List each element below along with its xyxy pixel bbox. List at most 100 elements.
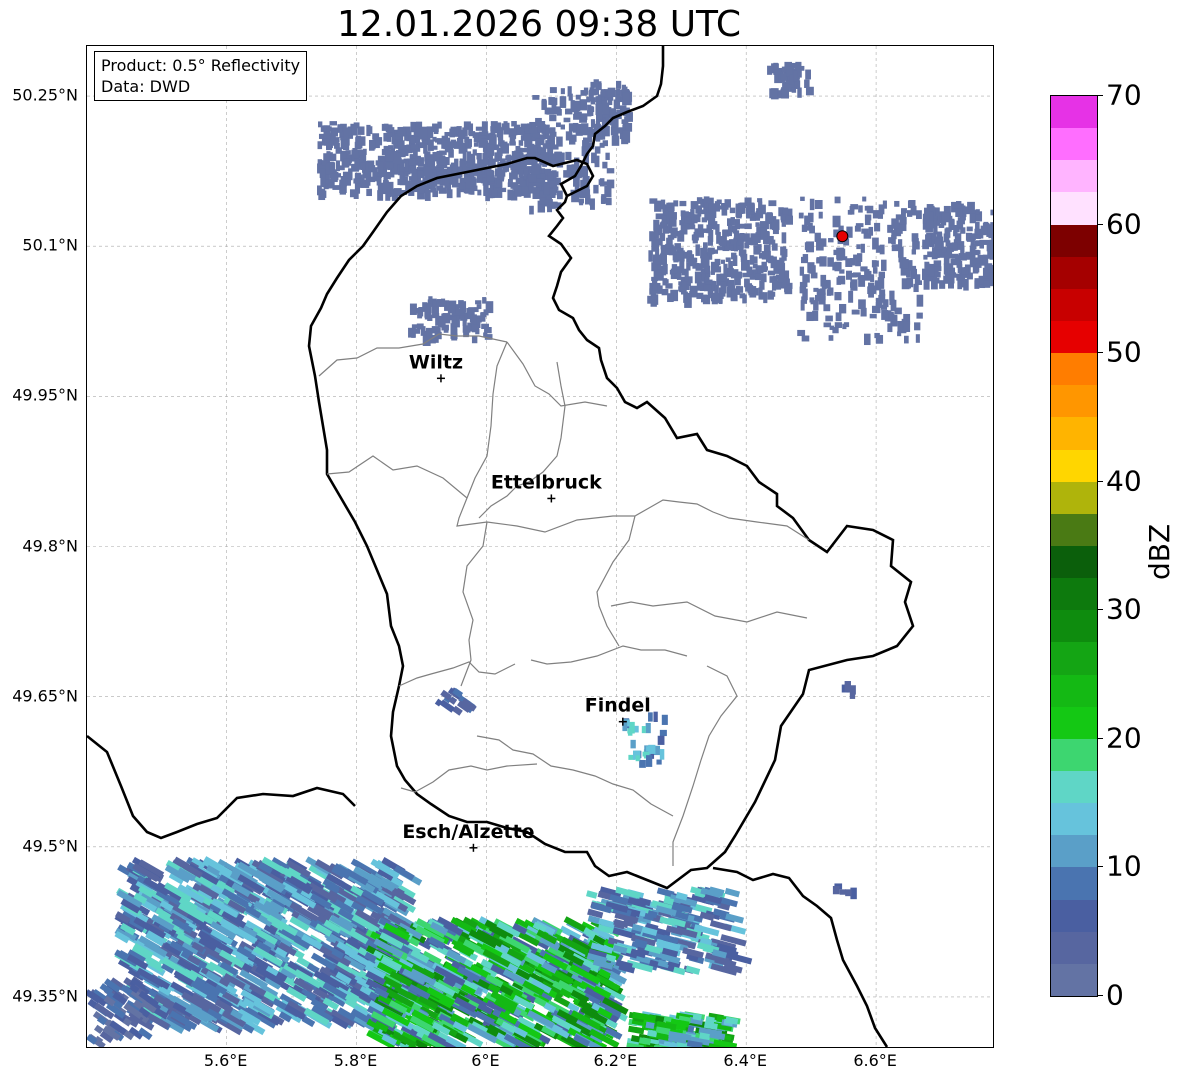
radar-map[interactable]: Wiltz Ettelbruck Findel Esch/Alzette [86,45,994,1048]
radar-cell [828,238,834,243]
radar-cell [731,289,737,300]
radar-cell [980,225,988,236]
radar-cell [850,258,856,266]
lat-tick-label: 49.5°N [22,836,78,856]
radar-site [836,230,849,243]
radar-cell [661,215,667,227]
radar-cell [869,313,877,319]
radar-cell [945,240,951,247]
radar-cell [934,238,942,248]
radar-cell [872,267,878,274]
radar-cell [731,252,737,260]
radar-cell [881,310,889,320]
radar-cell [549,114,557,122]
radar-cell [319,168,326,179]
radar-cell [908,200,916,207]
radar-cell [581,166,587,178]
radar-cell [481,121,488,133]
radar-cell [834,322,843,328]
radar-cell [323,131,329,139]
radar-cell [348,168,353,177]
colorbar-segment [1051,867,1097,900]
colorbar-tick [1097,95,1103,96]
radar-cell [694,215,701,223]
radar-cell [482,297,487,304]
radar-cell [474,307,479,313]
radar-cell [543,183,550,195]
radar-cell [451,316,457,327]
radar-cell [765,213,774,223]
radar-cell [725,913,744,924]
radar-cell [828,335,834,341]
radar-cell [520,147,529,153]
radar-cell [744,278,749,288]
radar-cell [913,283,919,293]
radar-cell [813,287,819,292]
radar-cell [622,92,630,105]
radar-cell [742,294,747,304]
radar-cell [516,128,525,135]
radar-cell [855,223,864,228]
radar-cell [897,331,902,337]
radar-cell [818,295,826,305]
radar-cell [521,186,529,197]
radar-cell [735,286,741,295]
radar-cell [335,160,340,172]
radar-cell [730,239,738,245]
radar-cell [697,224,704,234]
radar-cell [898,239,903,251]
colorbar-tick [1097,737,1103,739]
radar-cell [594,146,601,154]
radar-cell [931,253,938,260]
radar-cell [877,277,885,289]
radar-cell [661,268,667,276]
radar-cell [687,250,692,257]
radar-cell [438,317,446,328]
radar-cell [624,116,630,122]
radar-cell [462,320,467,326]
radar-cell [877,210,884,219]
radar-cell [602,140,609,147]
radar-cell [690,201,699,210]
lon-tick-label: 5.6°E [203,1051,248,1070]
radar-cell [343,158,350,168]
radar-cell [857,274,866,280]
radar-cell [684,217,692,224]
radar-cell [520,163,526,169]
radar-cell [966,237,974,242]
radar-cell [782,209,789,215]
radar-cell [915,334,920,343]
radar-cell [340,176,346,186]
radar-cell [760,227,768,240]
colorbar-segment [1051,353,1097,386]
radar-cell [388,145,394,150]
radar-cell [726,286,733,298]
radar-cell [680,210,686,217]
radar-cell [945,274,952,281]
radar-cell [353,178,361,184]
radar-cell [397,126,406,137]
radar-cell [528,174,537,183]
radar-cell [956,258,962,268]
radar-cell [383,123,389,129]
radar-cell [652,283,658,291]
colorbar-tick [1097,480,1103,482]
colorbar-tick-label: 50 [1106,335,1142,369]
radar-cell [594,155,600,168]
radar-cell [722,205,729,210]
radar-cell [823,304,831,312]
radar-cell [410,144,419,149]
radar-cell [800,196,805,201]
radar-cell [696,282,704,291]
radar-cell [565,131,573,141]
data-source-label: Data: DWD [101,77,191,96]
radar-cell [916,294,924,307]
radar-cell [989,250,993,260]
radar-cell [555,122,561,128]
radar-cell [371,140,376,150]
radar-cell [438,187,447,194]
radar-cell [440,298,446,306]
radar-cell [868,226,874,236]
radar-cell [599,178,605,187]
radar-cell [890,299,897,311]
